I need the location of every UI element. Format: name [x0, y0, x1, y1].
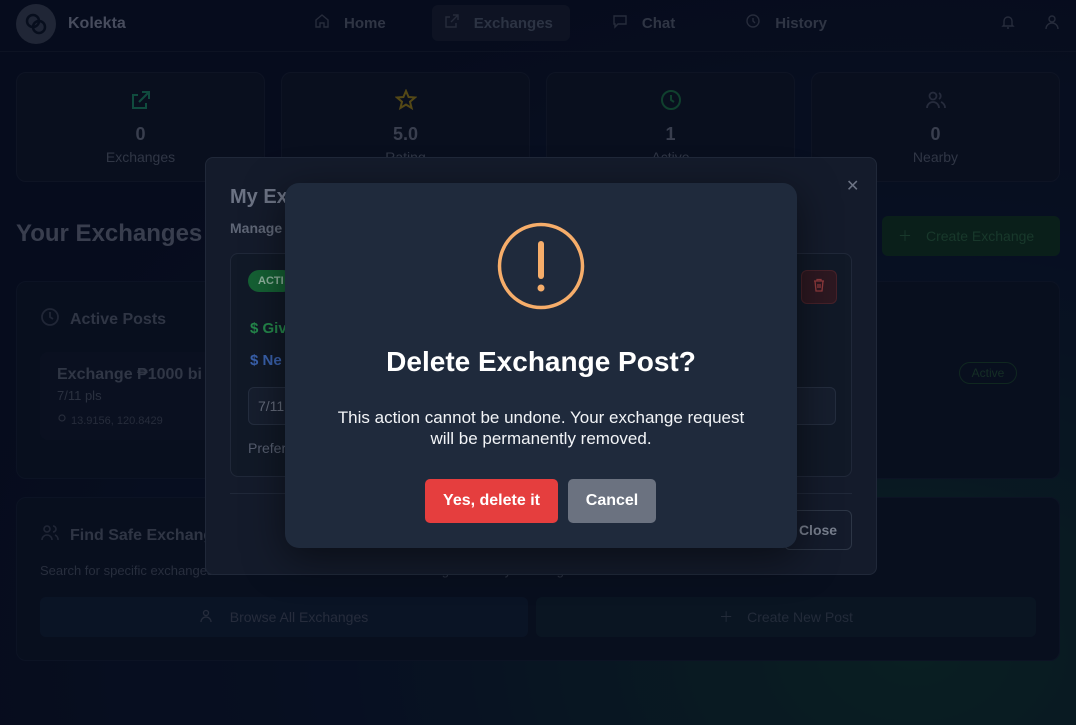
app-background: Kolekta Home Exchanges Chat History 0 Ex… — [0, 0, 1076, 725]
warning-icon — [497, 222, 585, 310]
confirm-title: Delete Exchange Post? — [386, 346, 696, 377]
confirm-message: This action cannot be undone. Your excha… — [337, 408, 745, 448]
delete-confirm-dialog: Delete Exchange Post? This action cannot… — [285, 183, 797, 548]
confirm-delete-button[interactable]: Yes, delete it — [425, 479, 558, 523]
cancel-button[interactable]: Cancel — [568, 479, 656, 523]
